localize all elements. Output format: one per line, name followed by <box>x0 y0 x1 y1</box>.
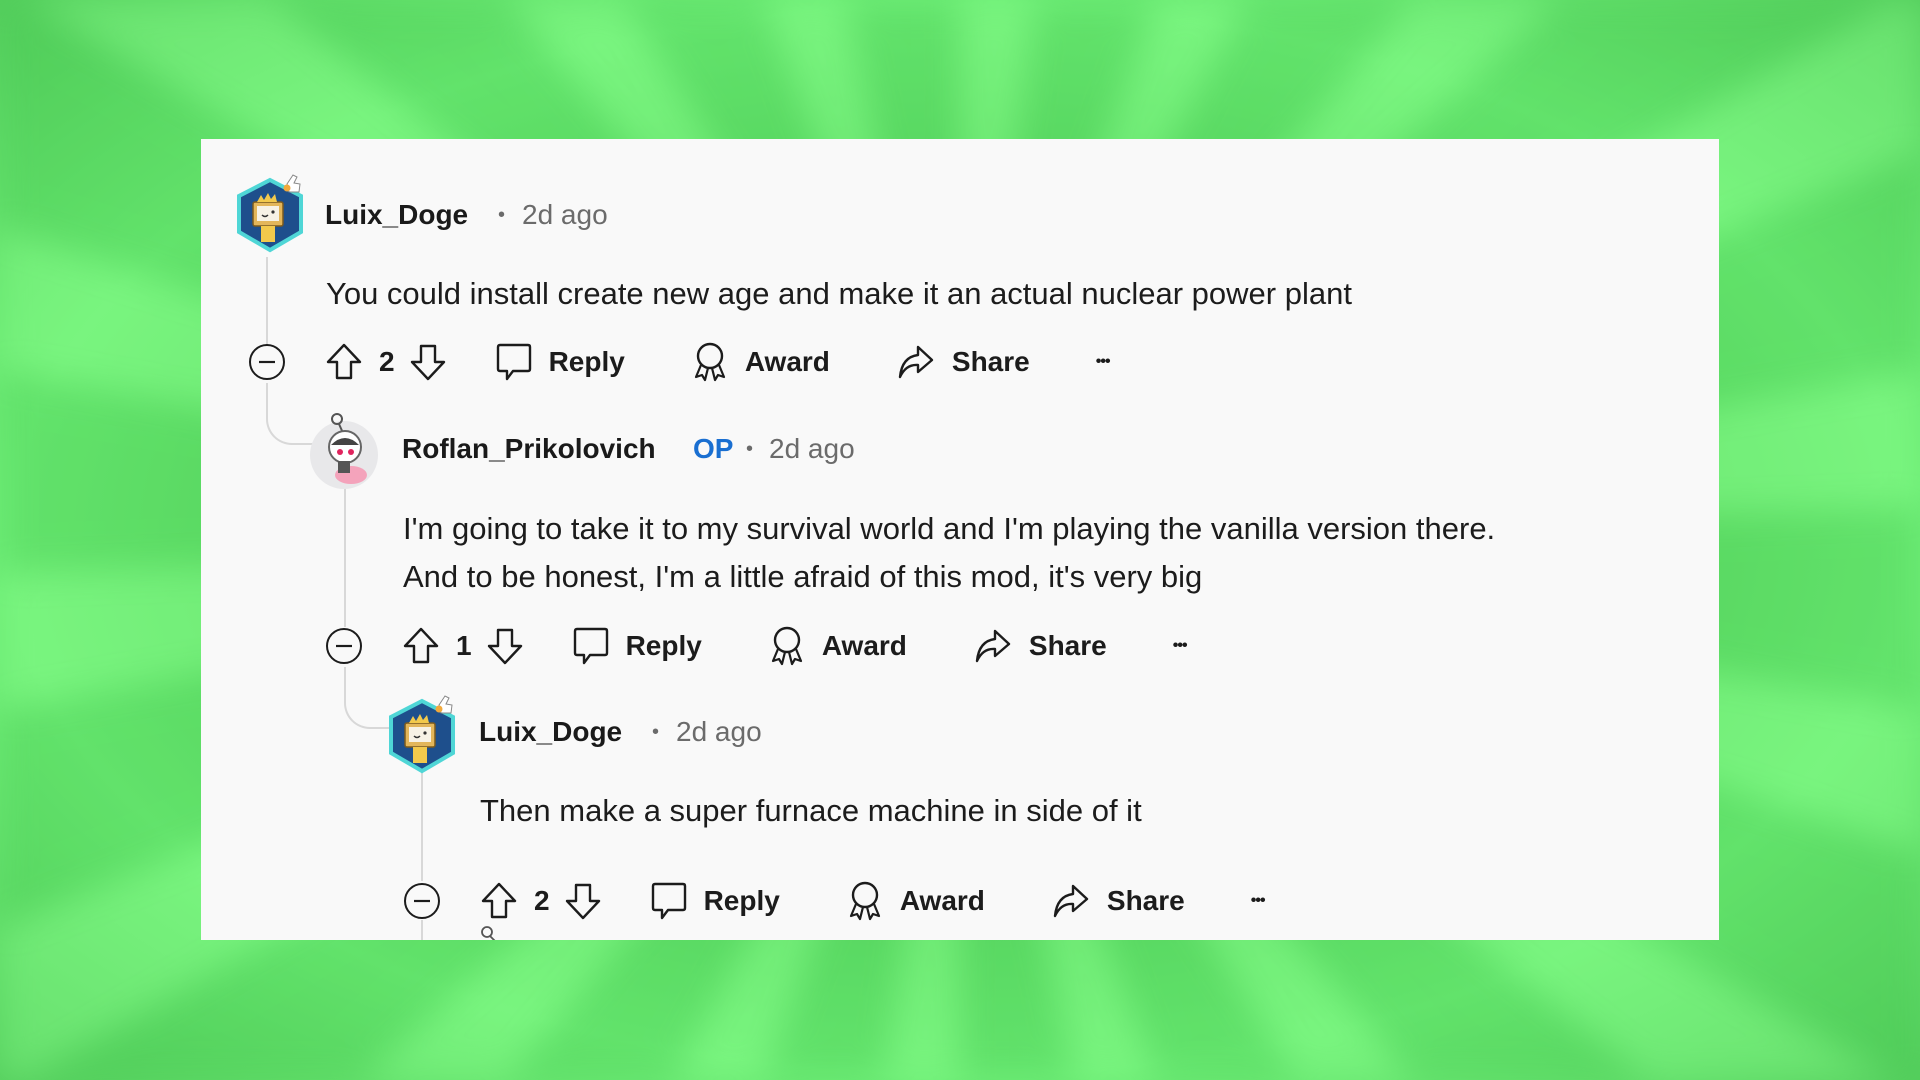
comment-bubble-icon <box>651 882 686 920</box>
comment-separator: • <box>498 204 506 226</box>
reply-button[interactable]: Reply <box>650 880 780 922</box>
more-options-button[interactable]: ••• <box>1173 637 1188 655</box>
comment-timestamp[interactable]: 2d ago <box>522 199 608 231</box>
collapse-thread-icon[interactable] <box>325 627 363 665</box>
comment-body-line: Then make a super furnace machine in sid… <box>480 793 1142 828</box>
award-label: Award <box>899 885 985 916</box>
award-button[interactable]: Award <box>691 341 830 383</box>
upvote-icon[interactable] <box>480 881 518 921</box>
award-ribbon-icon <box>771 626 802 666</box>
reply-label: Reply <box>703 885 780 916</box>
comment-body-line: And to be honest, I'm a little afraid of… <box>403 559 1203 594</box>
comment-timestamp[interactable]: 2d ago <box>676 716 762 748</box>
comment-bubble-icon <box>573 627 608 665</box>
comment-body: Then make a super furnace machine in sid… <box>480 787 1142 835</box>
downvote-icon[interactable] <box>564 881 602 921</box>
avatar-luix-doge[interactable] <box>387 693 461 775</box>
share-arrow-icon <box>898 345 934 379</box>
share-arrow-icon <box>975 629 1011 663</box>
downvote-icon[interactable] <box>409 342 447 382</box>
comment-body: I'm going to take it to my survival worl… <box>403 505 1495 601</box>
collapse-thread-icon[interactable] <box>403 882 441 920</box>
comment-separator: • <box>746 438 754 460</box>
vote-score: 2 <box>534 885 550 916</box>
collapse-thread-icon[interactable] <box>248 343 286 381</box>
award-button[interactable]: Award <box>846 880 985 922</box>
share-arrow-icon <box>1053 884 1089 918</box>
op-badge: OP <box>693 433 734 464</box>
reply-label: Reply <box>548 346 625 377</box>
share-button[interactable]: Share <box>973 626 1107 666</box>
comment-actions: 1 Reply Award Share ••• <box>402 624 1188 668</box>
comment-actions: 2 Reply Award Share ••• <box>480 879 1266 923</box>
comment-author[interactable]: Luix_Doge <box>479 716 622 748</box>
comment-separator: • <box>652 721 660 743</box>
award-ribbon-icon <box>694 342 725 382</box>
comment-author[interactable]: Roflan_Prikolovich <box>402 433 656 465</box>
award-ribbon-icon <box>849 881 880 921</box>
comment-actions: 2 Reply Award Share ••• <box>325 340 1111 384</box>
avatar-luix-doge[interactable] <box>235 172 309 254</box>
upvote-icon[interactable] <box>402 626 440 666</box>
next-avatar-antenna-icon <box>481 926 496 940</box>
comment-body-line: You could install create new age and mak… <box>326 276 1352 311</box>
share-button[interactable]: Share <box>1051 881 1185 921</box>
thread-line-2-upper[interactable] <box>344 487 346 627</box>
reply-button[interactable]: Reply <box>572 625 702 667</box>
vote-score: 1 <box>456 630 472 661</box>
downvote-icon[interactable] <box>486 626 524 666</box>
comment-timestamp[interactable]: 2d ago <box>769 433 855 465</box>
vote-score: 2 <box>379 346 395 377</box>
comment-bubble-icon <box>496 343 531 381</box>
share-label: Share <box>1106 885 1185 916</box>
thread-line-1-upper[interactable] <box>266 257 268 344</box>
award-button[interactable]: Award <box>768 625 907 667</box>
comment-thread-card: Luix_Doge • 2d ago You could install cre… <box>201 139 1719 940</box>
share-label: Share <box>951 346 1030 377</box>
award-label: Award <box>821 630 907 661</box>
comment-body-line: I'm going to take it to my survival worl… <box>403 511 1496 546</box>
comment-author[interactable]: Luix_Doge <box>325 199 468 231</box>
award-label: Award <box>744 346 830 377</box>
avatar-roflan-prikolovich[interactable] <box>307 409 381 491</box>
reply-label: Reply <box>625 630 702 661</box>
share-label: Share <box>1028 630 1107 661</box>
more-options-button[interactable]: ••• <box>1096 353 1111 371</box>
reply-button[interactable]: Reply <box>495 341 625 383</box>
thread-line-3-upper[interactable] <box>421 769 423 881</box>
thread-line-3-lower[interactable] <box>421 920 423 940</box>
share-button[interactable]: Share <box>896 342 1030 382</box>
comment-body: You could install create new age and mak… <box>326 270 1352 318</box>
more-options-button[interactable]: ••• <box>1251 892 1266 910</box>
upvote-icon[interactable] <box>325 342 363 382</box>
